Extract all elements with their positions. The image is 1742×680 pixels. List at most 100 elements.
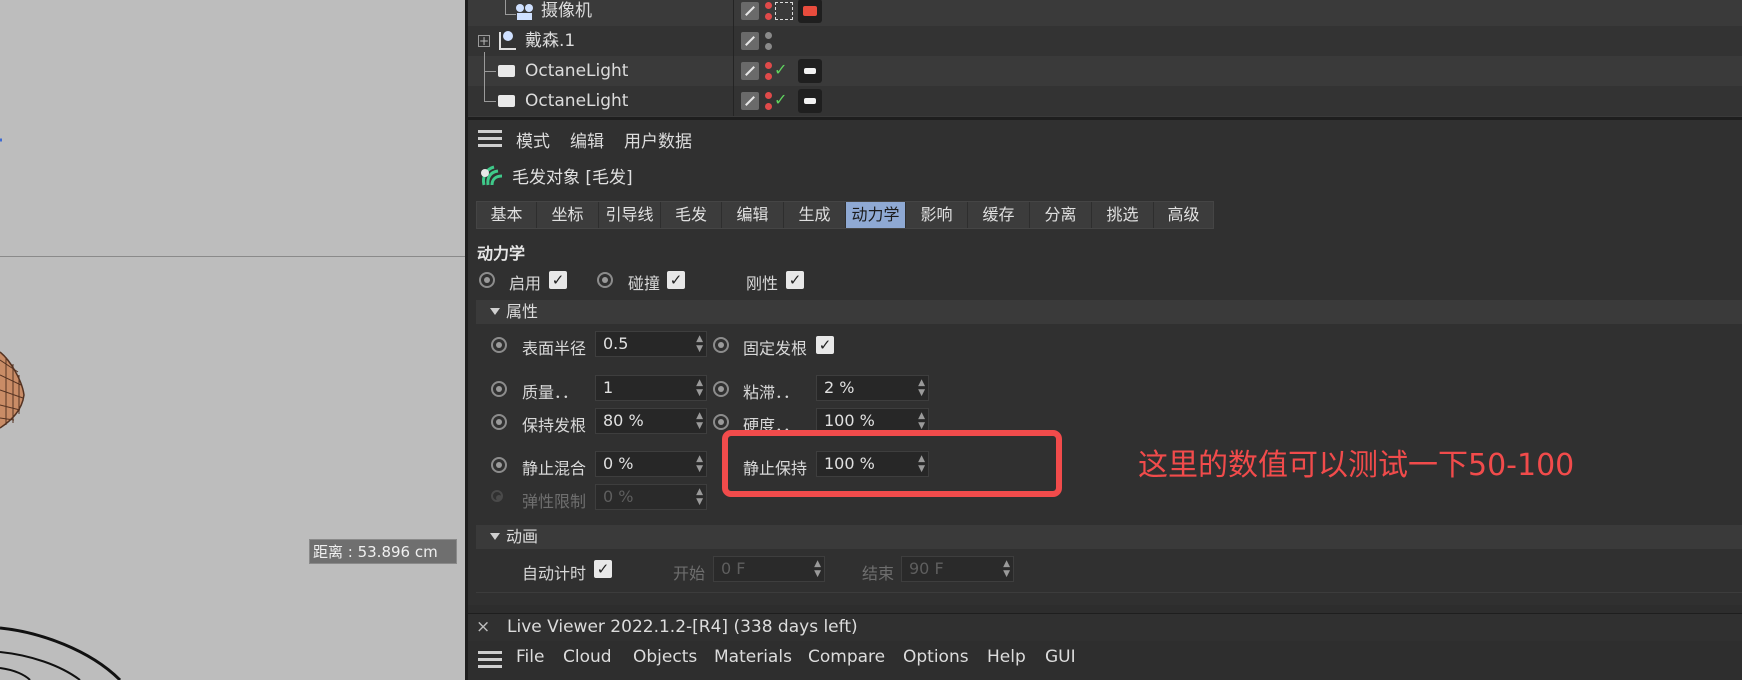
tab-generate[interactable]: 生成 — [784, 202, 846, 228]
visibility-editor-dot[interactable] — [765, 92, 772, 99]
start-label: 开始 — [673, 564, 706, 583]
tab-detach[interactable]: 分离 — [1030, 202, 1092, 228]
object-name: 戴森.1 — [525, 31, 576, 51]
keyframe-radio[interactable] — [479, 272, 495, 288]
tab-dynamics[interactable]: 动力学 — [846, 202, 906, 228]
edit-icon[interactable] — [741, 92, 759, 110]
object-name: 摄像机 — [541, 1, 592, 21]
keyframe-radio[interactable] — [713, 337, 729, 353]
object-title: 毛发对象 [毛发] — [512, 168, 633, 188]
elastic-limit-label: 弹性限制 — [522, 492, 587, 511]
object-row-dyson[interactable]: + 戴森.1 — [468, 26, 1742, 56]
tab-basic[interactable]: 基本 — [477, 202, 537, 228]
menu-materials[interactable]: Materials — [714, 647, 792, 667]
menu-help[interactable]: Help — [987, 647, 1026, 667]
edit-icon[interactable] — [741, 62, 759, 80]
tab-selection[interactable]: 挑选 — [1092, 202, 1154, 228]
object-row-octanelight[interactable]: OctaneLight ✓ — [468, 52, 1742, 86]
octane-light-tag-icon[interactable] — [798, 59, 822, 83]
tab-editing[interactable]: 编辑 — [722, 202, 784, 228]
keyframe-radio[interactable] — [491, 381, 507, 397]
properties-section-header[interactable]: 属性 — [476, 300, 1742, 324]
attribute-tabs: 基本 坐标 引导线 毛发 编辑 生成 动力学 影响 缓存 分离 挑选 高级 — [476, 201, 1214, 229]
visibility-render-dot[interactable] — [765, 73, 772, 80]
menu-icon[interactable] — [478, 130, 502, 148]
menu-file[interactable]: File — [516, 647, 544, 667]
auto-time-checkbox[interactable]: ✓ — [594, 560, 612, 578]
hair-object-icon — [478, 163, 504, 189]
tab-influence[interactable]: 影响 — [906, 202, 968, 228]
tab-cache[interactable]: 缓存 — [968, 202, 1030, 228]
annotation-note: 这里的数值可以测试一下50-100 — [1138, 448, 1575, 483]
menu-gui[interactable]: GUI — [1045, 647, 1076, 667]
visibility-render-dot[interactable] — [765, 13, 772, 20]
octane-light-tag-icon[interactable] — [798, 89, 822, 113]
divider — [476, 592, 1742, 593]
fix-root-checkbox[interactable]: ✓ — [816, 336, 834, 354]
rigidity-label: 刚性 — [746, 274, 779, 293]
viscosity-field[interactable]: 2 % ▲ ▼ — [816, 375, 929, 401]
keyframe-radio[interactable] — [491, 414, 507, 430]
tab-hairs[interactable]: 毛发 — [661, 202, 722, 228]
light-object-icon — [498, 65, 515, 77]
highlight-box — [722, 430, 1062, 497]
menu-edit[interactable]: 编辑 — [570, 127, 604, 152]
keyframe-radio[interactable] — [491, 337, 507, 353]
section-label: 动画 — [506, 527, 539, 546]
menu-compare[interactable]: Compare — [808, 647, 885, 667]
tab-guides[interactable]: 引导线 — [599, 202, 661, 228]
tab-advanced[interactable]: 高级 — [1154, 202, 1213, 228]
visibility-editor-dot[interactable] — [765, 32, 772, 39]
animation-section-header[interactable]: 动画 — [476, 525, 1742, 549]
live-viewer-title: Live Viewer 2022.1.2-[R4] (338 days left… — [507, 617, 858, 637]
keyframe-radio[interactable] — [491, 457, 507, 473]
3d-viewport[interactable]: 距离 : 53.896 cm — [0, 0, 465, 680]
edit-icon[interactable] — [741, 32, 759, 50]
visibility-editor-dot[interactable] — [765, 2, 772, 9]
camera-icon — [514, 1, 536, 20]
visibility-render-dot[interactable] — [765, 103, 772, 110]
auto-time-label: 自动计时 — [522, 564, 587, 583]
hold-root-field[interactable]: 80 % ▲ ▼ — [595, 408, 707, 434]
null-object-icon — [496, 30, 518, 52]
rest-mix-label: 静止混合 — [522, 459, 587, 478]
collision-checkbox[interactable]: ✓ — [667, 271, 685, 289]
keyframe-radio[interactable] — [597, 272, 613, 288]
object-name: OctaneLight — [525, 61, 629, 81]
keyframe-radio[interactable] — [713, 414, 729, 430]
surface-radius-label: 表面半径 — [522, 339, 587, 358]
mass-field[interactable]: 1 ▲ ▼ — [595, 375, 707, 401]
expand-icon[interactable]: + — [478, 35, 490, 47]
fix-root-label: 固定发根 — [743, 339, 808, 358]
menu-options[interactable]: Options — [903, 647, 969, 667]
end-field: 90 F ▲ ▼ — [901, 556, 1014, 582]
rigidity-checkbox[interactable]: ✓ — [786, 271, 804, 289]
menu-objects[interactable]: Objects — [633, 647, 697, 667]
object-name: OctaneLight — [525, 91, 629, 111]
menu-cloud[interactable]: Cloud — [563, 647, 612, 667]
surface-radius-field[interactable]: 0.5 ▲ ▼ — [595, 331, 707, 357]
object-row-camera[interactable]: 摄像机 — [468, 0, 1742, 26]
tab-coordinates[interactable]: 坐标 — [537, 202, 599, 228]
octane-camera-tag-icon[interactable] — [798, 0, 822, 23]
keyframe-radio[interactable] — [713, 381, 729, 397]
close-icon[interactable]: × — [476, 614, 490, 641]
menu-user-data[interactable]: 用户数据 — [624, 127, 692, 152]
target-icon[interactable] — [775, 2, 793, 20]
rest-mix-field[interactable]: 0 % ▲ ▼ — [595, 451, 707, 477]
end-label: 结束 — [862, 564, 895, 583]
menu-mode[interactable]: 模式 — [516, 127, 550, 152]
collapse-triangle-icon — [490, 533, 500, 540]
viscosity-label: 粘滞．． — [743, 383, 800, 402]
menu-icon[interactable] — [478, 651, 502, 669]
visibility-editor-dot[interactable] — [765, 62, 772, 69]
hold-root-label: 保持发根 — [522, 416, 587, 435]
object-row-octanelight[interactable]: OctaneLight ✓ — [468, 86, 1742, 116]
enable-checkbox[interactable]: ✓ — [549, 271, 567, 289]
enabled-check-icon[interactable]: ✓ — [774, 55, 787, 85]
enabled-check-icon[interactable]: ✓ — [774, 85, 787, 115]
panel-splitter[interactable] — [468, 117, 1742, 120]
visibility-render-dot[interactable] — [765, 43, 772, 50]
distance-readout: 距离 : 53.896 cm — [309, 539, 457, 564]
edit-icon[interactable] — [741, 2, 759, 20]
